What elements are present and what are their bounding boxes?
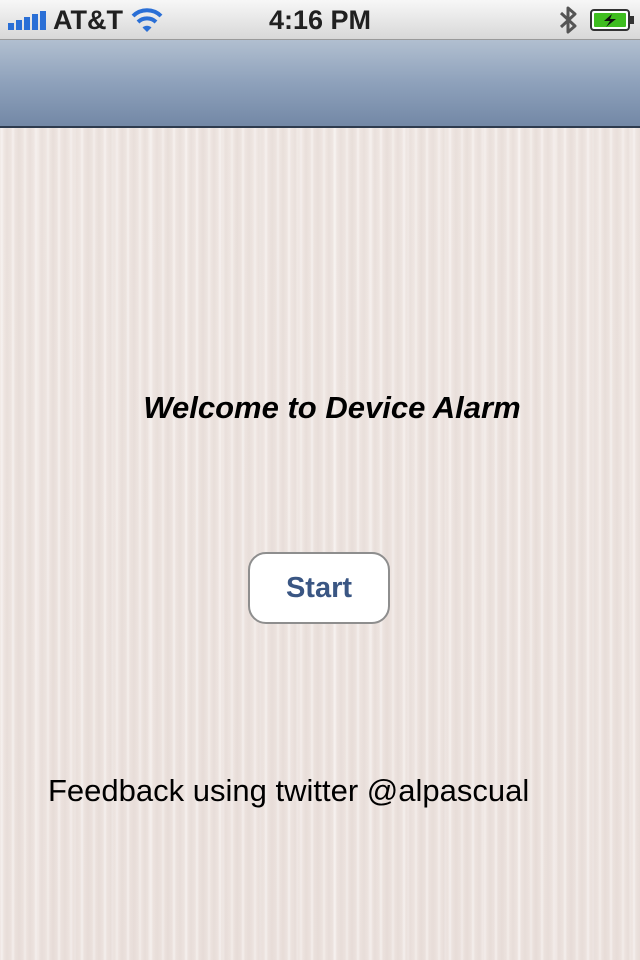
battery-icon (590, 9, 634, 31)
main-content: Welcome to Device Alarm Start Feedback u… (0, 128, 640, 960)
feedback-text: Feedback using twitter @alpascual (48, 773, 530, 808)
status-bar: AT&T 4:16 PM (0, 0, 640, 40)
status-time: 4:16 PM (268, 5, 372, 35)
start-button[interactable]: Start (248, 552, 390, 624)
navigation-bar (0, 40, 640, 128)
welcome-heading: Welcome to Device Alarm (143, 390, 521, 425)
bluetooth-icon (559, 6, 577, 34)
